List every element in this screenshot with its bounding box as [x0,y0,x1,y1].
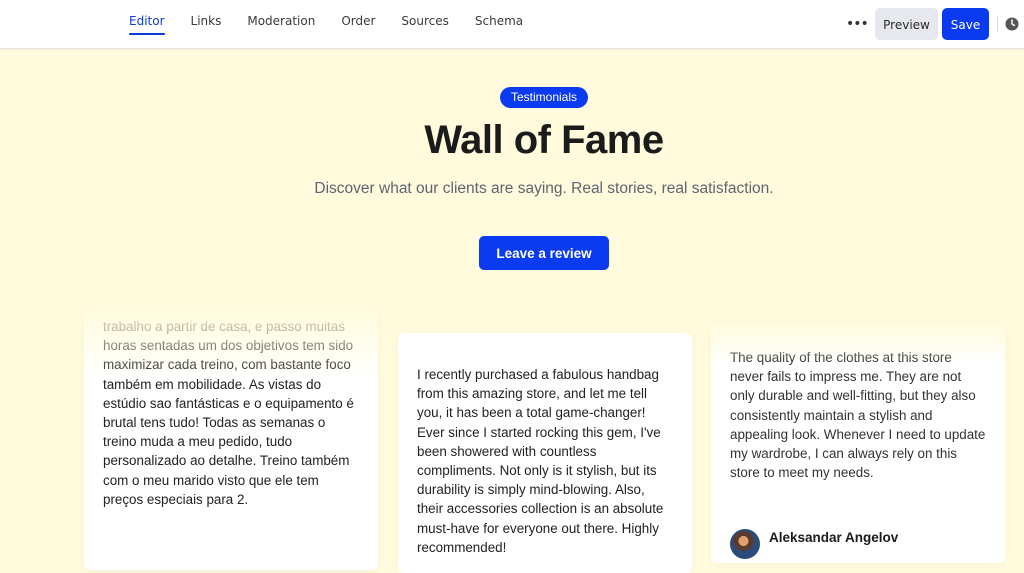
review-text: I recently purchased a fabulous handbag … [417,367,664,555]
preview-button[interactable]: Preview [875,8,938,40]
tab-links[interactable]: Links [178,0,235,48]
save-button[interactable]: Save [942,8,989,40]
review-card: The quality of the clothes at this store… [711,323,1005,563]
tab-order[interactable]: Order [328,0,388,48]
author-name: Aleksandar Angelov [769,530,899,546]
review-card: trabalho a partir de casa, e passo muita… [84,310,378,570]
testimonials-badge: Testimonials [500,87,588,108]
tab-editor[interactable]: Editor [116,0,178,48]
avatar [730,529,760,559]
page-title: Wall of Fame [424,118,664,162]
review-card: I recently purchased a fabulous handbag … [398,333,692,573]
toolbar-divider [997,16,998,32]
review-text: trabalho a partir de casa, e passo muita… [103,319,354,507]
page-subtitle: Discover what our clients are saying. Re… [314,180,774,197]
top-toolbar: Editor Links Moderation Order Sources Sc… [0,0,1024,49]
tab-schema[interactable]: Schema [462,0,536,48]
leave-review-button[interactable]: Leave a review [479,236,609,270]
review-author: Aleksandar Angelov [730,529,898,559]
history-clock-icon[interactable] [1004,16,1020,32]
tab-bar: Editor Links Moderation Order Sources Sc… [116,0,536,48]
tab-moderation[interactable]: Moderation [234,0,328,48]
tab-sources[interactable]: Sources [388,0,461,48]
review-text: The quality of the clothes at this store… [730,350,986,481]
more-options-icon[interactable]: ••• [846,14,869,34]
